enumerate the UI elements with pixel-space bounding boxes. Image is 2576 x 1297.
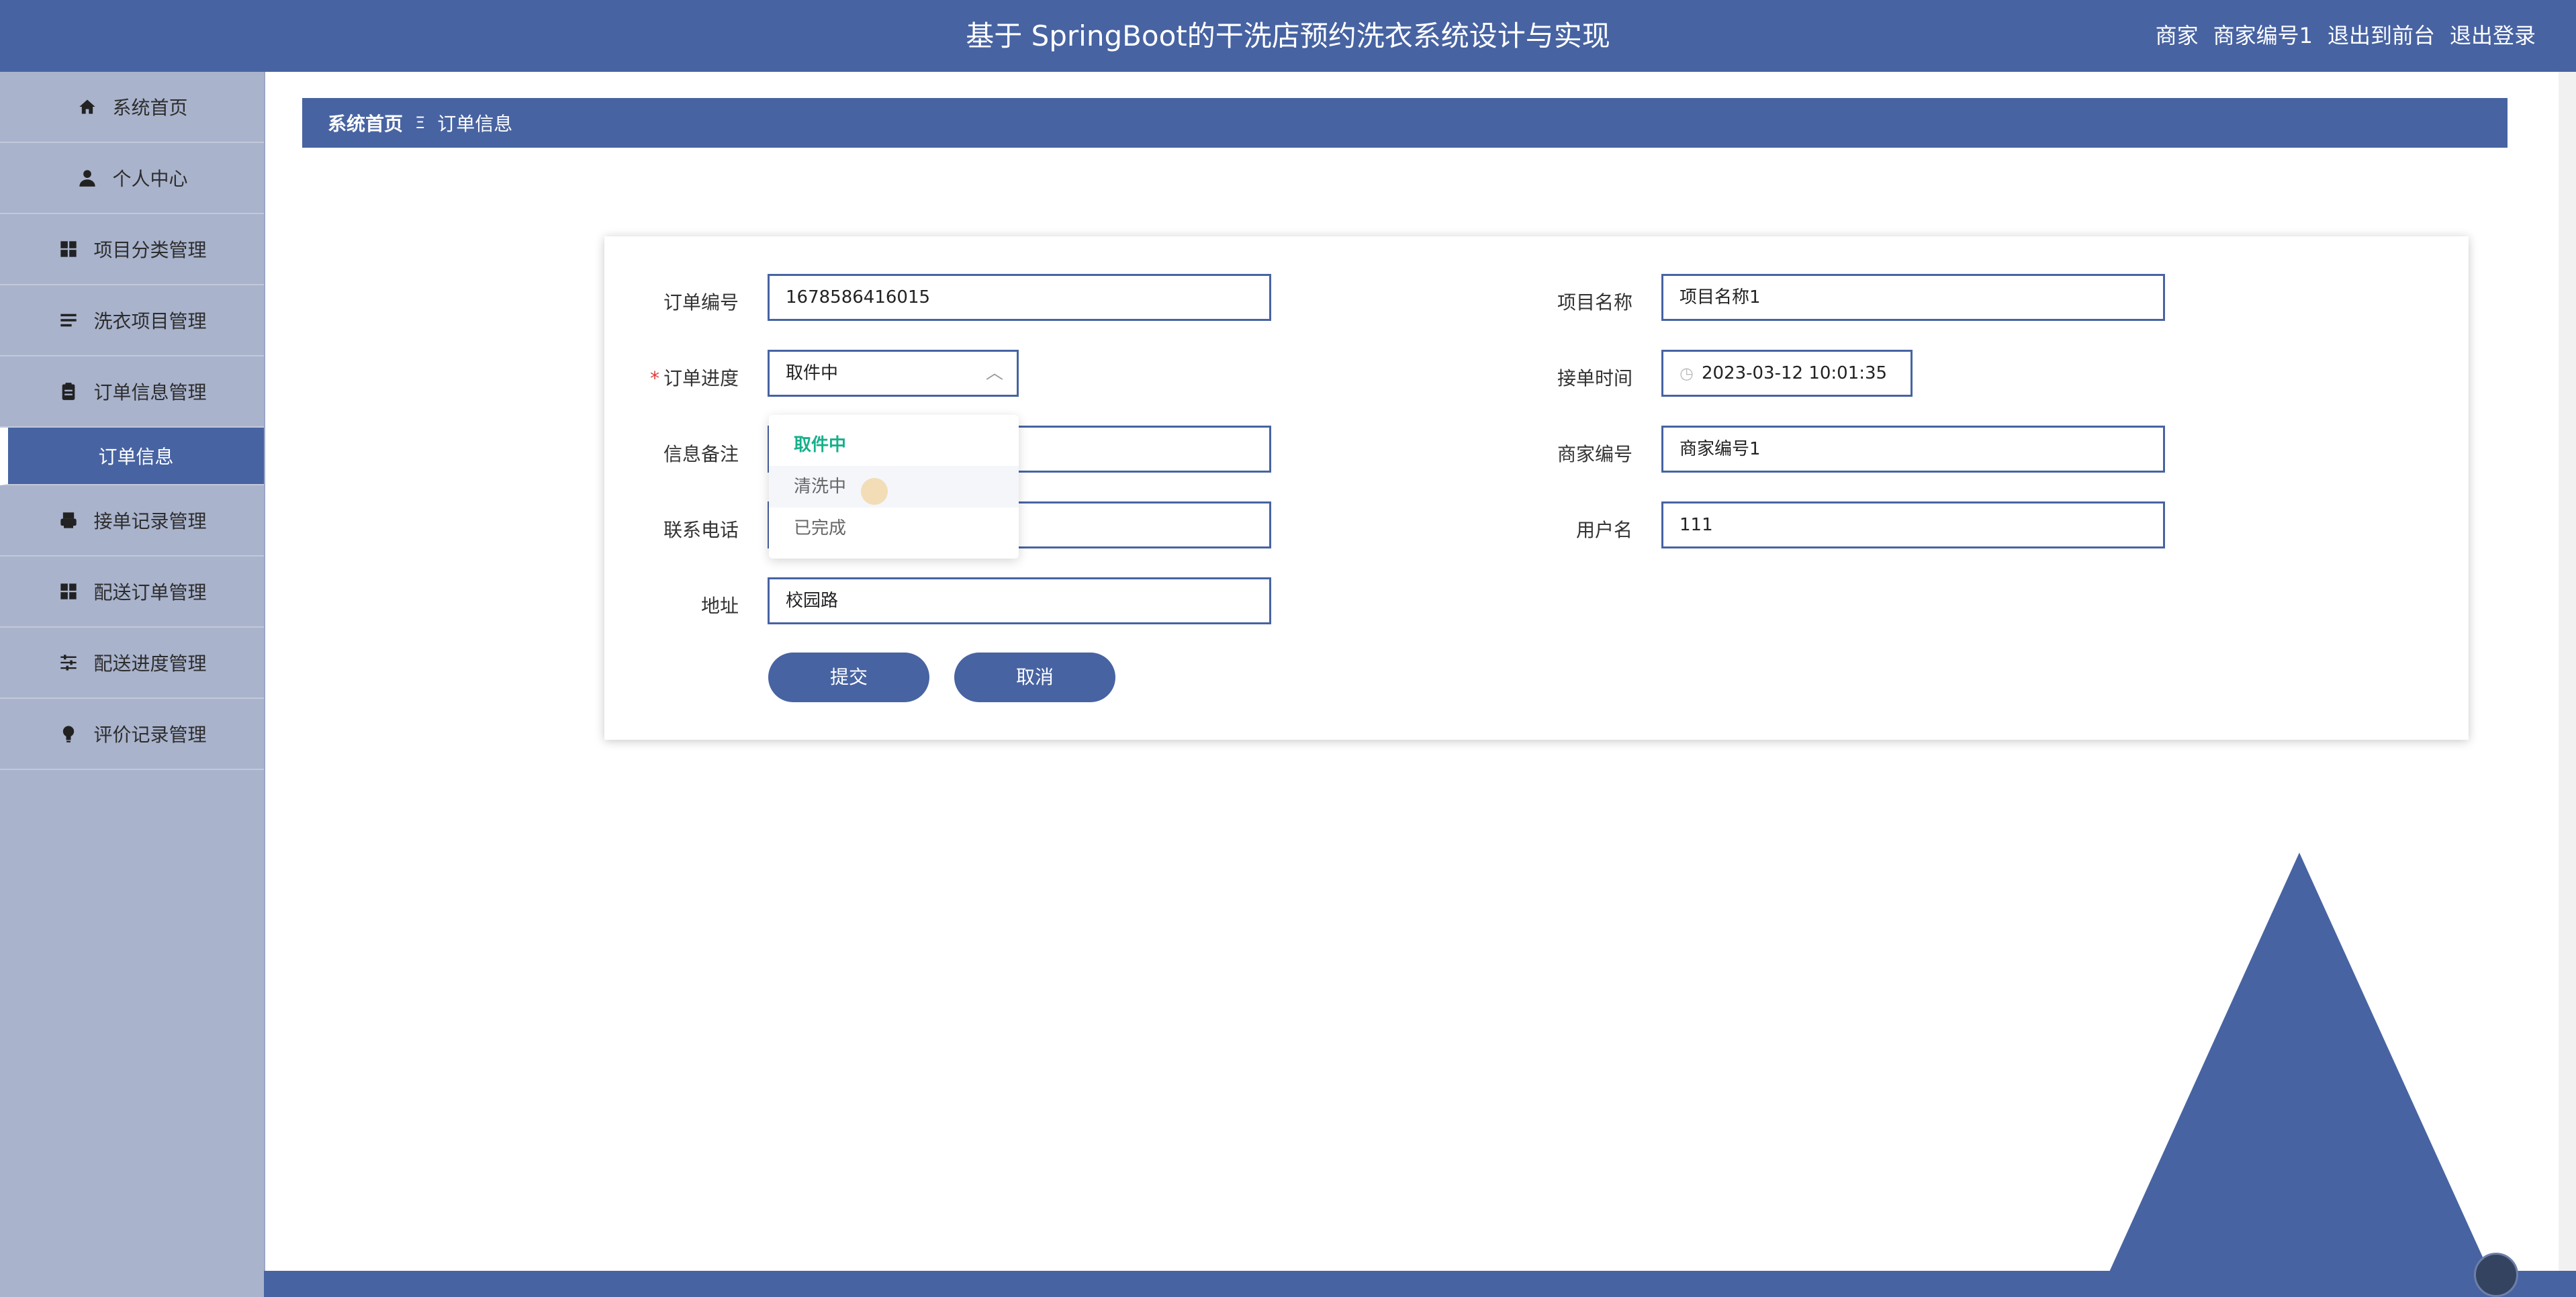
sidebar-item-label: 洗衣项目管理 — [93, 310, 207, 332]
clipboard-icon — [57, 380, 80, 403]
header-user-area: 商家 商家编号1 退出到前台 退出登录 — [2156, 0, 2536, 72]
sidebar: 系统首页 个人中心 项目分类管理 洗衣项目管理 订单信息管理 订单信息 接单记录… — [0, 72, 265, 1297]
sidebar-item-label: 配送订单管理 — [93, 581, 207, 604]
progress-dropdown: 取件中 清洗中 已完成 — [769, 415, 1019, 559]
dropdown-option-done[interactable]: 已完成 — [769, 508, 1019, 549]
sidebar-item-delivery-order[interactable]: 配送订单管理 — [0, 557, 264, 628]
sidebar-item-accept-record[interactable]: 接单记录管理 — [0, 485, 264, 557]
user-icon — [76, 166, 99, 189]
grid-icon — [57, 238, 80, 260]
sidebar-item-order-info[interactable]: 订单信息 — [0, 428, 264, 485]
breadcrumb-separator: Ξ — [415, 113, 426, 132]
username-label: 用户名 — [1575, 519, 1632, 541]
dropdown-option-pickup[interactable]: 取件中 — [769, 424, 1019, 466]
sidebar-item-label: 项目分类管理 — [93, 239, 207, 261]
note-label: 信息备注 — [663, 443, 739, 465]
grid-icon — [57, 580, 80, 603]
sidebar-item-label: 配送进度管理 — [93, 653, 207, 675]
required-mark: * — [649, 367, 659, 389]
progress-label-text: 订单进度 — [663, 367, 739, 389]
accept-time-value: 2023-03-12 10:01:35 — [1701, 363, 1888, 383]
bulb-icon — [57, 722, 80, 745]
submit-button[interactable]: 提交 — [768, 653, 929, 702]
sidebar-item-label: 系统首页 — [112, 97, 188, 119]
sidebar-item-order-manage[interactable]: 订单信息管理 — [0, 356, 264, 428]
cancel-button[interactable]: 取消 — [954, 653, 1115, 702]
sidebar-item-home[interactable]: 系统首页 — [0, 72, 264, 143]
sidebar-item-label: 个人中心 — [112, 168, 188, 190]
address-label: 地址 — [700, 595, 739, 617]
sliders-icon — [57, 651, 80, 674]
list-icon — [57, 309, 80, 332]
dropdown-option-washing[interactable]: 清洗中 — [769, 466, 1019, 508]
sidebar-item-label: 订单信息 — [98, 446, 174, 468]
user-name: 商家编号1 — [2213, 23, 2313, 48]
breadcrumb-current: 订单信息 — [437, 113, 513, 135]
progress-select[interactable]: 取件中 ︿ — [768, 350, 1019, 397]
username-input[interactable]: 111 — [1661, 501, 2165, 548]
home-icon — [76, 95, 99, 118]
sidebar-item-label: 评价记录管理 — [93, 724, 207, 746]
decorative-triangle — [2098, 853, 2501, 1297]
logout-link[interactable]: 退出登录 — [2450, 0, 2536, 72]
sidebar-item-laundry[interactable]: 洗衣项目管理 — [0, 285, 264, 356]
user-role: 商家 — [2155, 23, 2199, 48]
sidebar-item-review[interactable]: 评价记录管理 — [0, 699, 264, 770]
page-scrollbar[interactable] — [2559, 72, 2576, 1271]
chevron-up-icon: ︿ — [985, 363, 1003, 383]
top-bar: 基于 SpringBoot的干洗店预约洗衣系统设计与实现 商家 商家编号1 退出… — [0, 0, 2576, 72]
breadcrumb: 系统首页 Ξ 订单信息 — [302, 98, 2508, 148]
sidebar-item-delivery-progress[interactable]: 配送进度管理 — [0, 628, 264, 699]
accept-time-input[interactable]: ◷ 2023-03-12 10:01:35 — [1661, 350, 1913, 397]
mouse-cursor-highlight — [861, 478, 888, 505]
project-input[interactable]: 项目名称1 — [1661, 274, 2165, 321]
merchant-input[interactable]: 商家编号1 — [1661, 426, 2165, 473]
sidebar-item-profile[interactable]: 个人中心 — [0, 143, 264, 214]
sidebar-item-category[interactable]: 项目分类管理 — [0, 214, 264, 285]
order-no-input[interactable]: 1678586416015 — [768, 274, 1271, 321]
back-to-front-link[interactable]: 退出到前台 — [2328, 0, 2435, 72]
footer-bar — [264, 1271, 2576, 1297]
progress-label: * 订单进度 — [604, 364, 739, 391]
address-input[interactable]: 校园路 — [768, 577, 1271, 624]
phone-label: 联系电话 — [663, 519, 739, 541]
progress-select-value: 取件中 — [786, 363, 839, 383]
breadcrumb-home[interactable]: 系统首页 — [328, 109, 403, 136]
sidebar-item-label: 订单信息管理 — [93, 381, 207, 403]
sidebar-item-label: 接单记录管理 — [93, 510, 207, 532]
merchant-label: 商家编号 — [1557, 443, 1632, 465]
accept-time-label: 接单时间 — [1557, 367, 1632, 389]
project-label: 项目名称 — [1557, 291, 1632, 314]
order-no-label: 订单编号 — [663, 291, 739, 314]
avatar[interactable] — [2474, 1253, 2518, 1297]
clock-icon: ◷ — [1680, 364, 1694, 383]
printer-icon — [57, 509, 80, 532]
